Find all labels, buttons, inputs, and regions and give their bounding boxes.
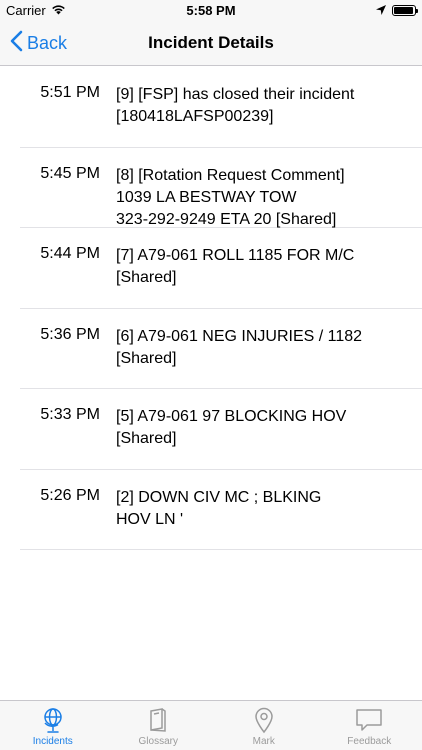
status-time: 5:58 PM (186, 3, 236, 18)
list-item[interactable]: 5:33 PM [5] A79-061 97 BLOCKING HOV [Sha… (20, 389, 422, 470)
incident-text: [6] A79-061 NEG INJURIES / 1182 [Shared] (116, 327, 363, 367)
incident-text: [9] [FSP] has closed their incident [180… (116, 86, 355, 125)
list-item[interactable]: 5:51 PM [9] [FSP] has closed their incid… (20, 67, 422, 148)
incident-time: 5:51 PM (40, 84, 100, 101)
location-arrow-icon (376, 3, 386, 18)
list-item[interactable]: 5:44 PM [7] A79-061 ROLL 1185 FOR M/C [S… (20, 228, 422, 309)
page-title: Incident Details (148, 33, 274, 52)
tab-feedback[interactable]: Feedback (317, 701, 422, 750)
tab-mark[interactable]: Mark (211, 701, 317, 750)
status-right (376, 3, 418, 18)
map-pin-icon (249, 705, 279, 735)
tab-glossary[interactable]: Glossary (106, 701, 212, 750)
battery-fill (394, 7, 413, 14)
incident-time: 5:36 PM (40, 325, 100, 343)
tab-label: Incidents (32, 736, 73, 747)
speech-bubble-icon (354, 705, 384, 735)
incident-text: [8] [Rotation Request Comment] 1039 LA B… (116, 166, 345, 228)
list-item[interactable]: 5:45 PM [8] [Rotation Request Comment] 1… (20, 148, 422, 228)
incident-text: [2] DOWN CIV MC ; BLKING HOV LN ' (116, 488, 322, 528)
navigation-bar: Back Incident Details (0, 20, 422, 66)
globe-icon (38, 705, 68, 735)
list-item[interactable]: 5:36 PM [6] A79-061 NEG INJURIES / 1182 … (20, 309, 422, 389)
incident-time: 5:45 PM (40, 164, 100, 182)
incident-text: [5] A79-061 97 BLOCKING HOV [Shared] (116, 408, 347, 447)
tab-label: Mark (252, 736, 275, 747)
tab-bar: Incidents Glossary Mark Feedback (0, 700, 422, 750)
battery-icon (392, 5, 418, 16)
incident-text: [7] A79-061 ROLL 1185 FOR M/C [Shared] (116, 247, 355, 286)
incident-time: 5:33 PM (40, 406, 100, 423)
tab-incidents[interactable]: Incidents (0, 701, 106, 750)
tab-label: Feedback (347, 736, 392, 747)
incident-time: 5:44 PM (40, 245, 100, 262)
tab-label: Glossary (138, 736, 178, 747)
list-item[interactable]: 5:26 PM [2] DOWN CIV MC ; BLKING HOV LN … (20, 470, 422, 550)
incident-list: 5:51 PM [9] [FSP] has closed their incid… (0, 67, 422, 550)
book-icon (143, 705, 173, 735)
incident-time: 5:26 PM (40, 486, 100, 504)
status-bar: Carrier 5:58 PM (0, 0, 422, 20)
